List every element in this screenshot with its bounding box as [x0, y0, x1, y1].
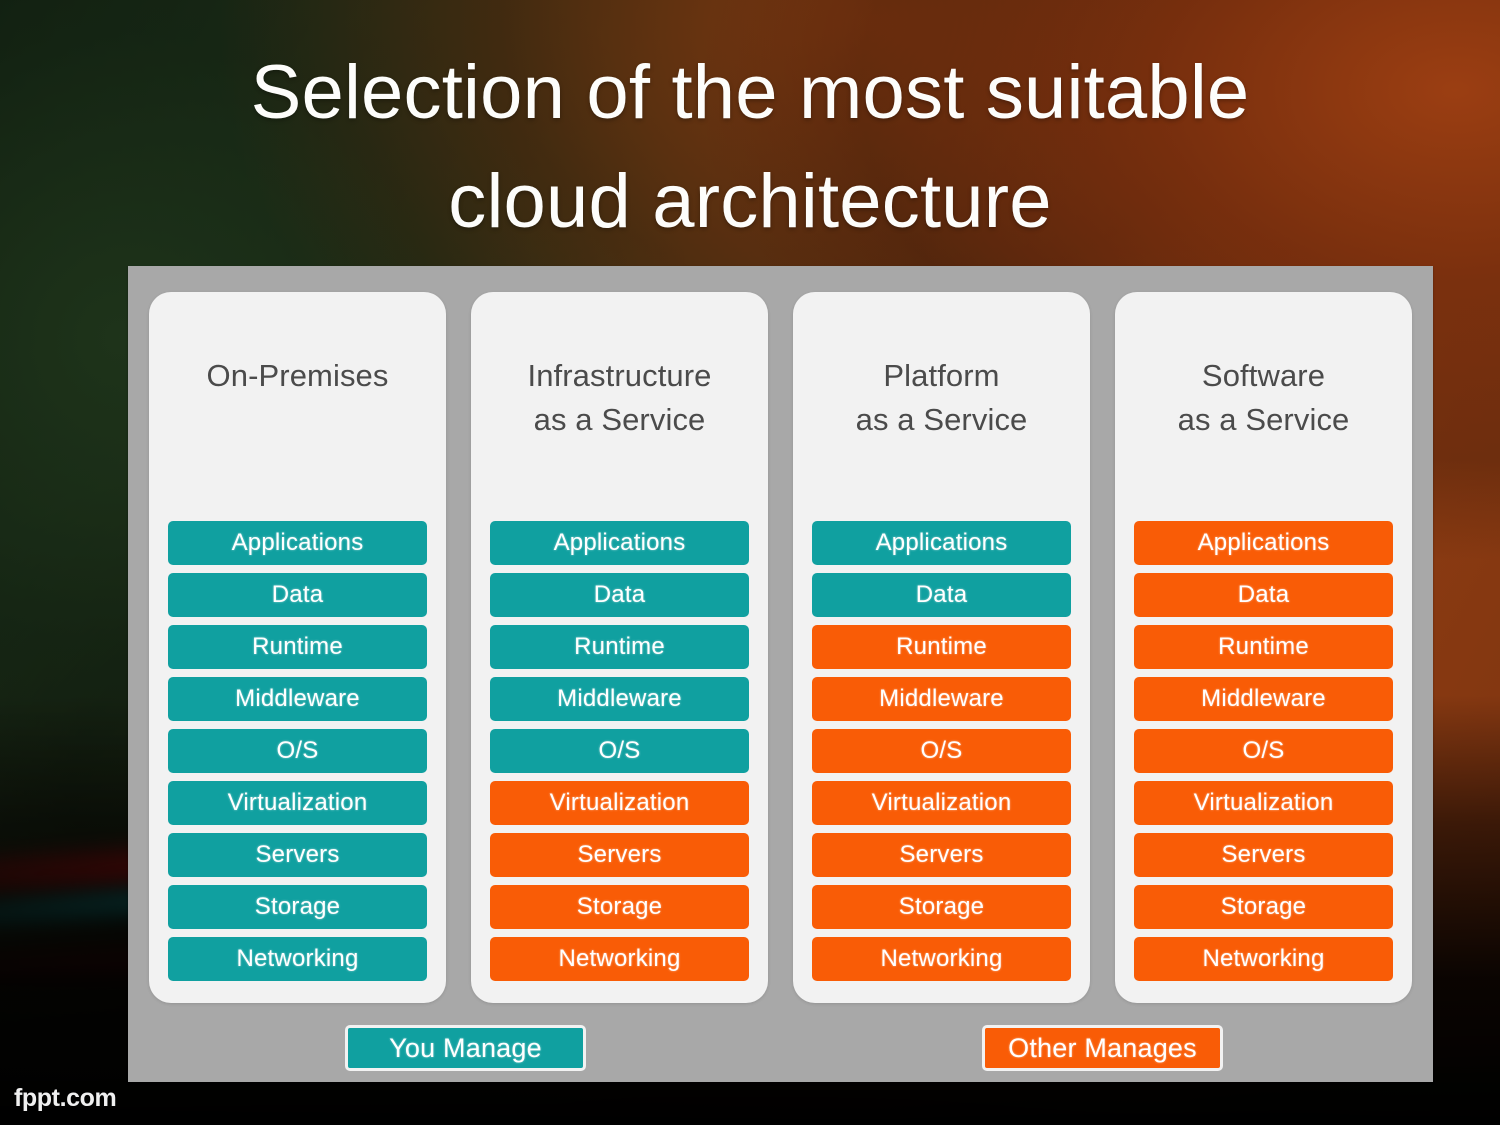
column-title: On-Premises [206, 358, 389, 393]
layer-data[interactable]: Data [1134, 573, 1393, 617]
column-title: Infrastructure as a Service [527, 358, 712, 438]
layer-runtime[interactable]: Runtime [168, 625, 427, 669]
legend-you-manage[interactable]: You Manage [345, 1025, 586, 1071]
layer-virtualization[interactable]: Virtualization [168, 781, 427, 825]
layer-storage[interactable]: Storage [812, 885, 1071, 929]
layer-applications[interactable]: Applications [1134, 521, 1393, 565]
column-title: Platform as a Service [855, 358, 1028, 438]
layer-virtualization[interactable]: Virtualization [1134, 781, 1393, 825]
slide-canvas: Selection of the most suitable cloud arc… [0, 0, 1500, 1125]
service-model-columns: On-Premises Applications Data Runtime Mi… [149, 292, 1412, 1003]
legend: You Manage Other Manages [128, 1025, 1433, 1071]
layer-virtualization[interactable]: Virtualization [812, 781, 1071, 825]
layer-servers[interactable]: Servers [812, 833, 1071, 877]
layer-virtualization[interactable]: Virtualization [490, 781, 749, 825]
cloud-architecture-diagram: On-Premises Applications Data Runtime Mi… [128, 266, 1433, 1082]
column-infrastructure-as-a-service[interactable]: Infrastructure as a Service Applications… [471, 292, 768, 1003]
column-software-as-a-service[interactable]: Software as a Service Applications Data … [1115, 292, 1412, 1003]
layer-middleware[interactable]: Middleware [490, 677, 749, 721]
stack-layers: Applications Data Runtime Middleware O/S… [471, 521, 768, 1003]
layer-applications[interactable]: Applications [168, 521, 427, 565]
layer-os[interactable]: O/S [812, 729, 1071, 773]
layer-os[interactable]: O/S [490, 729, 749, 773]
layer-data[interactable]: Data [812, 573, 1071, 617]
layer-runtime[interactable]: Runtime [1134, 625, 1393, 669]
column-title: Software as a Service [1177, 358, 1350, 438]
layer-networking[interactable]: Networking [1134, 937, 1393, 981]
layer-runtime[interactable]: Runtime [812, 625, 1071, 669]
layer-middleware[interactable]: Middleware [812, 677, 1071, 721]
stack-layers: Applications Data Runtime Middleware O/S… [149, 521, 446, 1003]
stack-layers: Applications Data Runtime Middleware O/S… [793, 521, 1090, 1003]
slide-title: Selection of the most suitable cloud arc… [250, 50, 1250, 245]
layer-middleware[interactable]: Middleware [1134, 677, 1393, 721]
layer-applications[interactable]: Applications [490, 521, 749, 565]
layer-runtime[interactable]: Runtime [490, 625, 749, 669]
layer-servers[interactable]: Servers [1134, 833, 1393, 877]
layer-os[interactable]: O/S [168, 729, 427, 773]
layer-data[interactable]: Data [490, 573, 749, 617]
layer-networking[interactable]: Networking [812, 937, 1071, 981]
stack-layers: Applications Data Runtime Middleware O/S… [1115, 521, 1412, 1003]
layer-networking[interactable]: Networking [168, 937, 427, 981]
layer-networking[interactable]: Networking [490, 937, 749, 981]
layer-servers[interactable]: Servers [168, 833, 427, 877]
layer-data[interactable]: Data [168, 573, 427, 617]
layer-storage[interactable]: Storage [490, 885, 749, 929]
layer-middleware[interactable]: Middleware [168, 677, 427, 721]
column-on-premises[interactable]: On-Premises Applications Data Runtime Mi… [149, 292, 446, 1003]
layer-servers[interactable]: Servers [490, 833, 749, 877]
watermark-fppt: fppt.com [14, 1084, 117, 1112]
legend-other-manages[interactable]: Other Manages [982, 1025, 1223, 1071]
layer-applications[interactable]: Applications [812, 521, 1071, 565]
column-platform-as-a-service[interactable]: Platform as a Service Applications Data … [793, 292, 1090, 1003]
layer-storage[interactable]: Storage [168, 885, 427, 929]
layer-os[interactable]: O/S [1134, 729, 1393, 773]
layer-storage[interactable]: Storage [1134, 885, 1393, 929]
